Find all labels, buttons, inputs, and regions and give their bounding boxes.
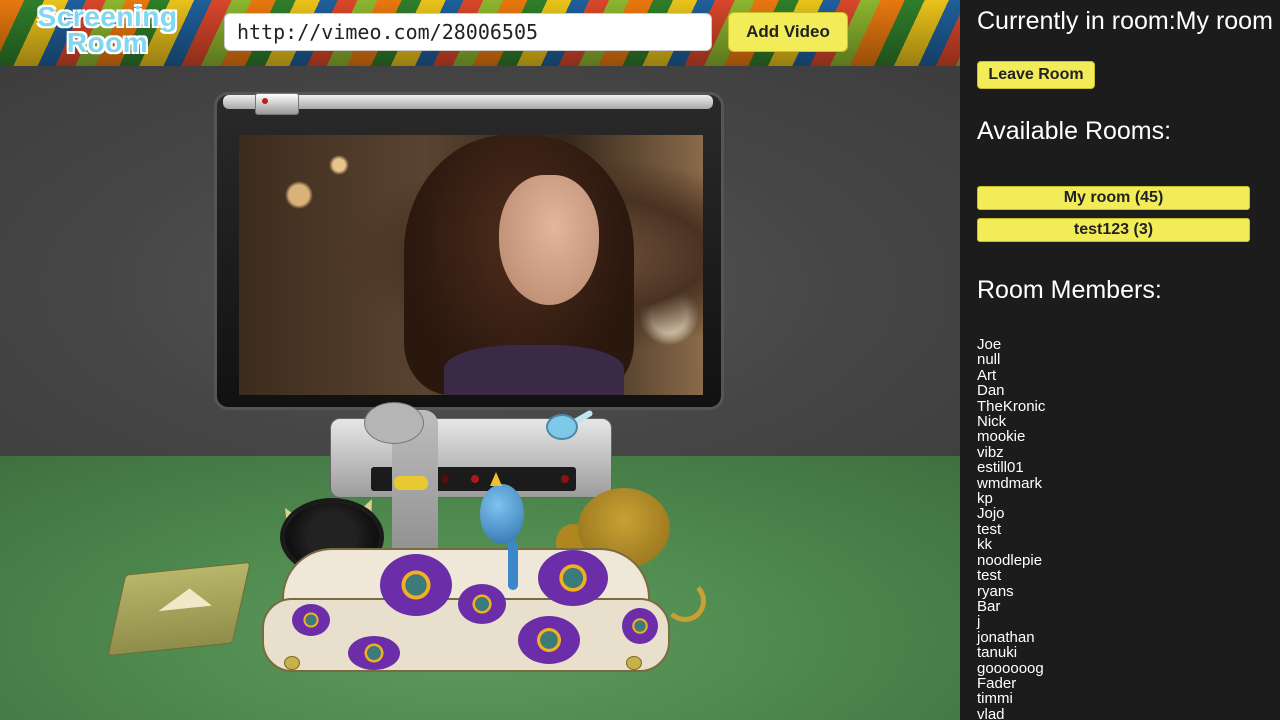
couch-foot <box>284 656 300 670</box>
video-url-input[interactable] <box>224 13 712 51</box>
member-item: kk <box>977 536 992 554</box>
member-item: vlad <box>977 705 1005 720</box>
video-player[interactable] <box>239 135 703 395</box>
couch <box>262 548 670 672</box>
member-item: jonathan <box>977 628 1035 646</box>
video-frame-image <box>404 135 634 395</box>
member-item: noodlepie <box>977 551 1043 569</box>
leave-room-button[interactable]: Leave Room <box>977 61 1095 89</box>
dog-tail <box>664 580 706 622</box>
member-item: tanuki <box>977 644 1018 662</box>
member-item: Bar <box>977 597 1001 615</box>
pizza-slice-icon <box>158 585 217 612</box>
add-video-button[interactable]: Add Video <box>728 12 848 52</box>
available-rooms-heading: Available Rooms: <box>977 117 1172 145</box>
logo-line-2: Room <box>66 27 149 58</box>
couch-flower <box>622 608 658 644</box>
member-item: Dan <box>977 382 1005 400</box>
member-item: null <box>977 351 1001 369</box>
television <box>214 92 724 410</box>
member-item: ryans <box>977 582 1014 600</box>
member-item: Jojo <box>977 505 1005 523</box>
current-room-status: Currently in room:My room <box>977 6 1273 36</box>
member-item: Art <box>977 366 997 384</box>
giraffe-avatar-head <box>364 402 424 444</box>
couch-flower <box>538 550 608 606</box>
current-room-name: My room <box>1175 7 1273 35</box>
member-item: test <box>977 520 1002 538</box>
room-members-heading: Room Members: <box>977 276 1162 304</box>
couch-flower <box>380 554 452 616</box>
room-button-test123[interactable]: test123 (3) <box>977 218 1250 242</box>
couch-flower <box>348 636 400 670</box>
video-face-shape <box>499 175 599 305</box>
bird-avatar <box>480 484 524 544</box>
room-sidebar: Currently in room:My room Leave Room Ava… <box>960 0 1280 720</box>
member-item: timmi <box>977 690 1013 708</box>
pizza-box <box>107 561 251 657</box>
current-room-prefix: Currently in room: <box>977 7 1176 35</box>
member-item: test <box>977 567 1002 585</box>
screening-stage: Screening Room Add Video <box>0 0 960 720</box>
member-item: goooooog <box>977 659 1044 677</box>
member-item: Joe <box>977 336 1002 353</box>
member-item: wmdmark <box>977 474 1043 492</box>
video-shirt-shape <box>444 345 624 395</box>
member-item: kp <box>977 490 993 508</box>
bird-beak <box>490 472 502 486</box>
member-item: j <box>977 613 981 631</box>
giraffe-collar <box>394 476 428 490</box>
spoon-avatar <box>546 406 594 440</box>
couch-flower <box>292 604 330 636</box>
member-item: vibz <box>977 443 1004 461</box>
couch-foot <box>626 656 642 670</box>
couch-flower <box>518 616 580 664</box>
app-logo[interactable]: Screening Room <box>20 3 195 62</box>
member-item: Fader <box>977 674 1017 692</box>
couch-flower <box>458 584 506 624</box>
room-members-list: Joe null Art Dan TheKronic Nick mookie v… <box>977 337 1045 720</box>
room-button-my-room[interactable]: My room (45) <box>977 186 1250 210</box>
bird-tail <box>508 540 518 590</box>
member-item: Nick <box>977 413 1007 431</box>
member-item: estill01 <box>977 459 1024 477</box>
tv-power-knob <box>255 93 299 115</box>
spoon-bowl <box>546 414 578 440</box>
member-item: mookie <box>977 428 1026 446</box>
member-item: TheKronic <box>977 397 1046 415</box>
